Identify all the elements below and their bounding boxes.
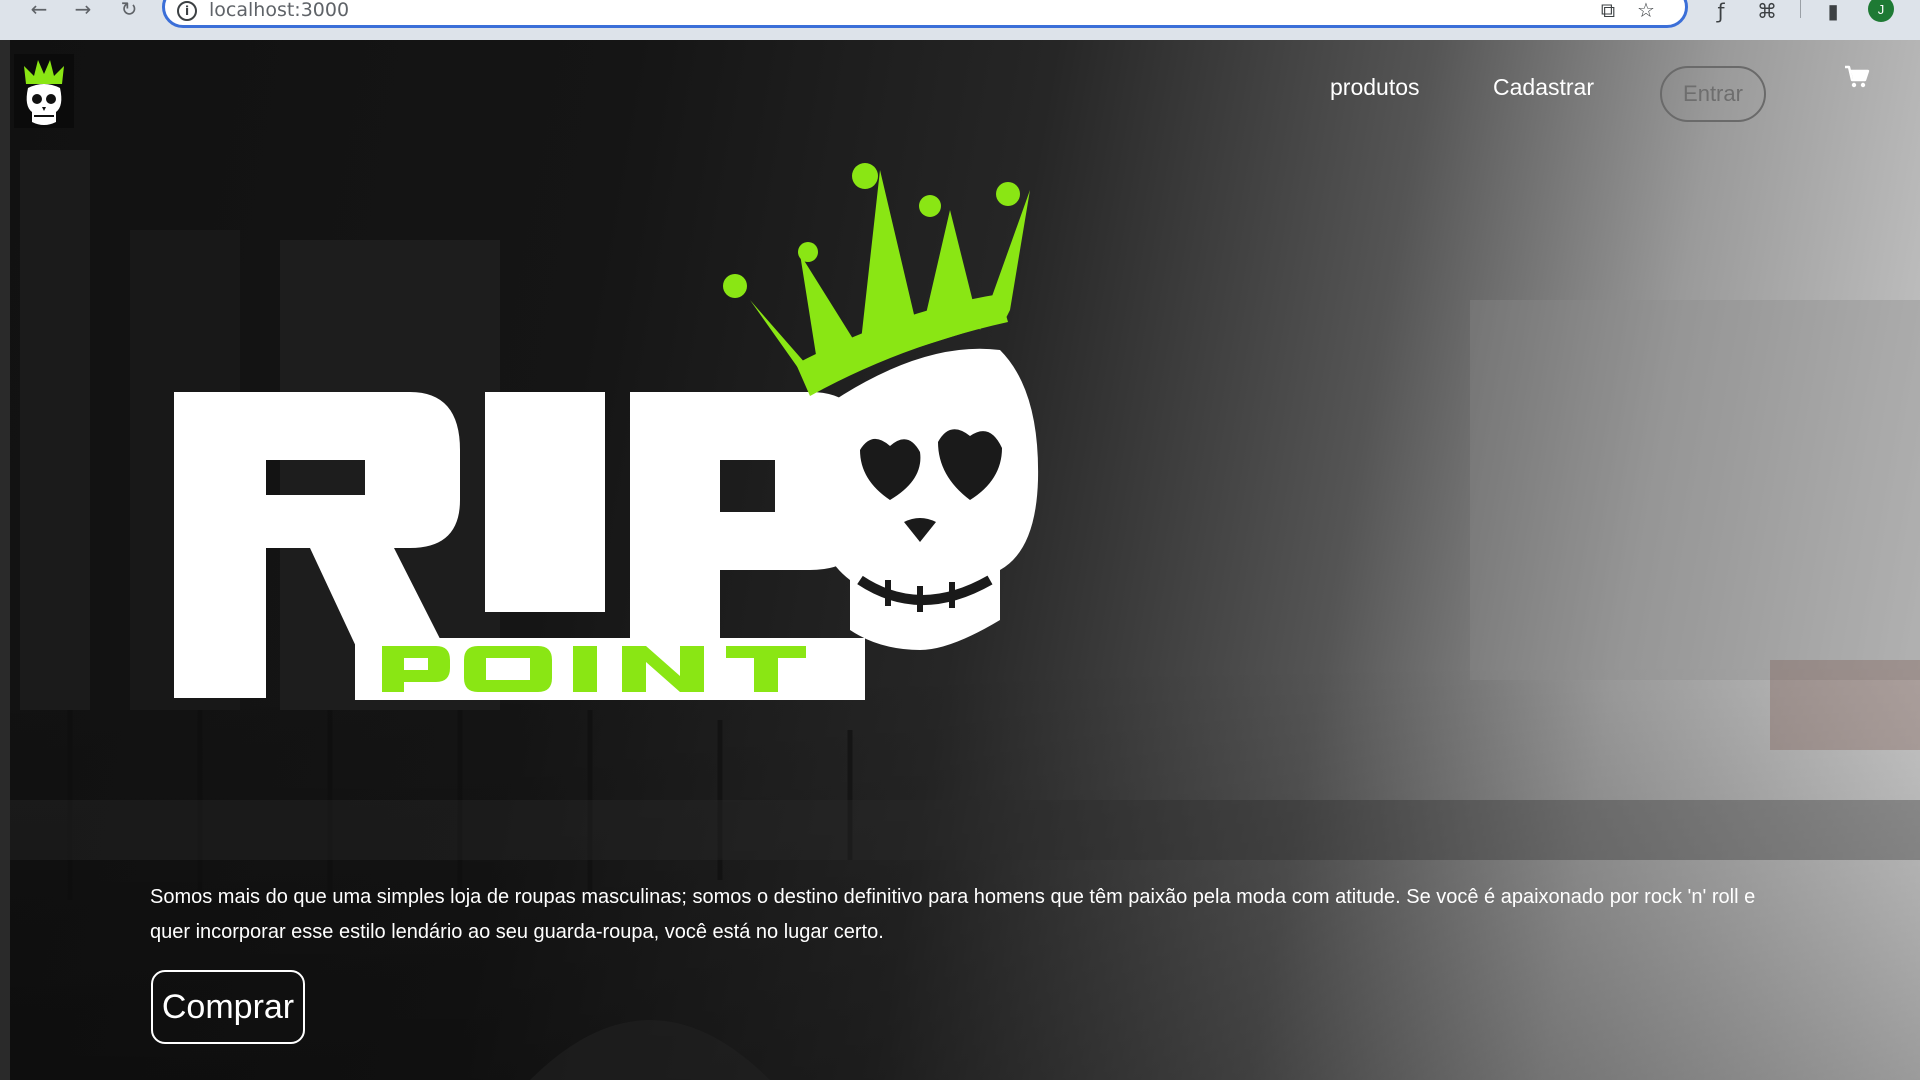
hero-brand-logo [160,150,1270,790]
nav-link-produtos[interactable]: produtos [1330,74,1420,101]
bookmark-star-icon[interactable]: ☆ [1633,0,1659,23]
brand-skull-logo-icon[interactable] [14,54,74,128]
page-viewport: produtos Cadastrar Entrar Somos mais do … [0,40,1920,1080]
toolbar-divider [1800,0,1801,18]
address-bar[interactable]: i localhost:3000 ⧉ ☆ [162,0,1688,28]
open-in-app-icon[interactable]: ⧉ [1595,0,1621,23]
forward-icon[interactable]: → [68,0,98,21]
window-edge [0,40,10,1080]
formula-extension-icon[interactable]: ƒ [1706,0,1736,23]
info-icon[interactable]: i [177,1,197,21]
login-button[interactable]: Entrar [1660,66,1766,122]
reload-icon[interactable]: ↻ [114,0,144,21]
address-url[interactable]: localhost:3000 [209,0,349,21]
cart-icon[interactable] [1844,64,1870,90]
side-panel-icon[interactable]: ▮ [1818,0,1848,23]
buy-button[interactable]: Comprar [151,970,305,1044]
back-icon[interactable]: ← [24,0,54,21]
browser-toolbar: ← → ↻ i localhost:3000 ⧉ ☆ ƒ ⌘ ▮ J [0,0,1920,40]
extensions-puzzle-icon[interactable]: ⌘ [1752,0,1782,23]
nav-link-cadastrar[interactable]: Cadastrar [1493,74,1594,101]
profile-avatar[interactable]: J [1868,0,1894,22]
hero-tagline: Somos mais do que uma simples loja de ro… [150,886,1756,943]
